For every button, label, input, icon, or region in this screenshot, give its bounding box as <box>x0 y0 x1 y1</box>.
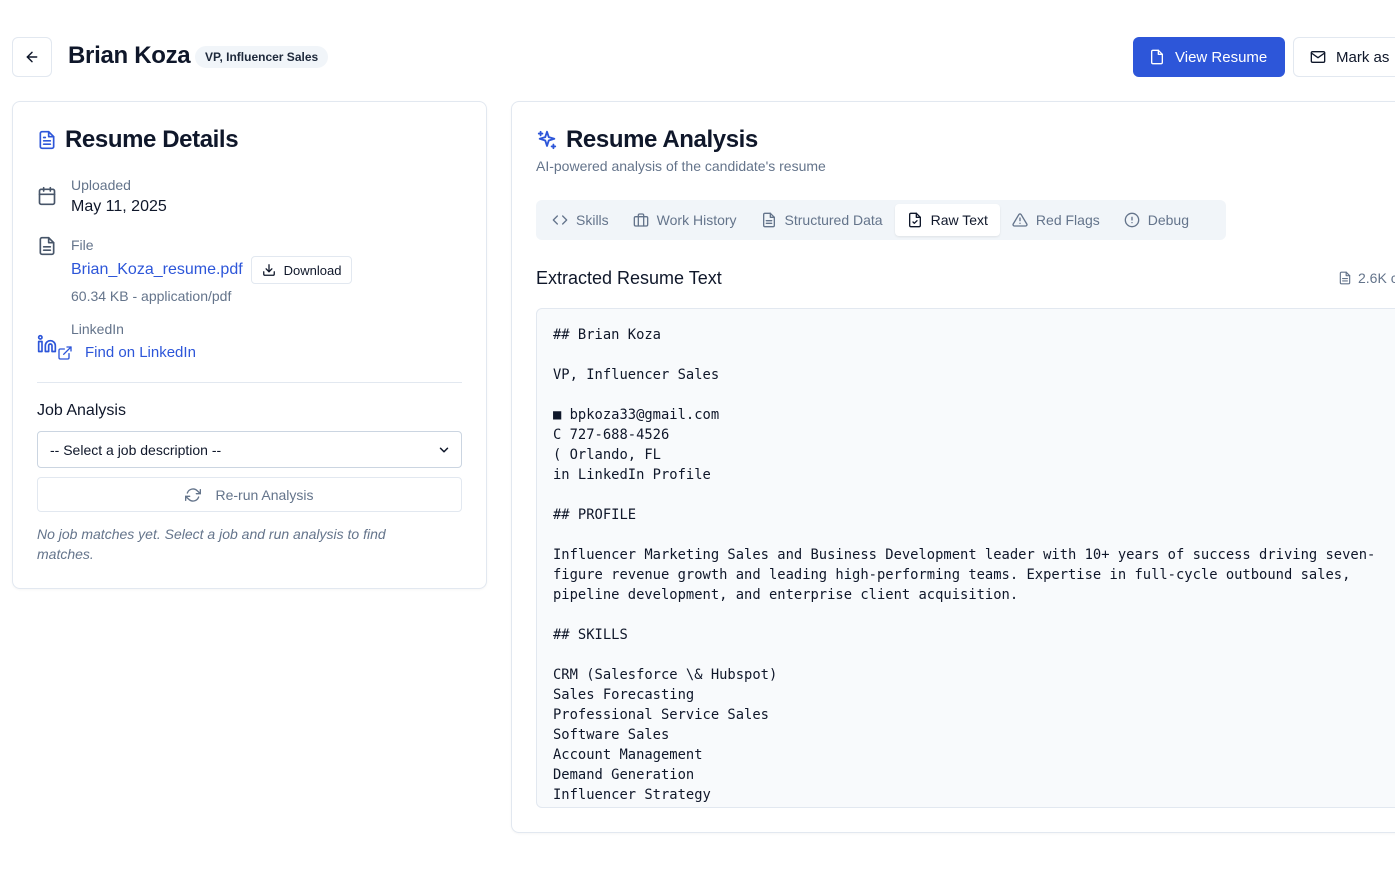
no-matches-text: No job matches yet. Select a job and run… <box>37 526 386 562</box>
raw-text-line: pipeline development, and enterprise cli… <box>553 587 1019 603</box>
raw-text-line: Professional Service Sales <box>553 707 769 723</box>
raw-text-line: Influencer Marketing Sales and Business … <box>553 547 1376 563</box>
char-count: 2.6K c <box>1338 270 1395 286</box>
view-resume-button[interactable]: View Resume <box>1133 37 1285 77</box>
mark-as-button[interactable]: Mark as <box>1293 37 1395 77</box>
resume-details-heading: Resume Details <box>37 126 239 154</box>
tab-debug[interactable]: Debug <box>1112 204 1201 236</box>
arrow-left-icon <box>26 51 38 63</box>
warning-icon <box>1012 213 1028 227</box>
raw-text-line: ■ bpkoza33@gmail.com <box>553 407 720 423</box>
raw-text-line: ( Orlando, FL <box>553 447 661 463</box>
sparkles-icon <box>537 130 557 150</box>
mail-icon <box>1310 51 1326 63</box>
raw-text-box[interactable]: ## Brian Koza VP, Influencer Sales ■ bpk… <box>536 308 1395 808</box>
external-link-icon <box>58 345 72 360</box>
raw-text-line: CRM (Salesforce \& Hubspot) <box>553 667 778 683</box>
divider <box>37 382 462 383</box>
uploaded-value: May 11, 2025 <box>71 198 167 215</box>
raw-text-line: Account Management <box>553 747 703 763</box>
raw-text-line <box>553 485 1395 505</box>
analysis-tabs: Skills Work History Structured Data Raw … <box>536 200 1226 240</box>
file-icon <box>1151 49 1163 65</box>
raw-text-line: Sales Forecasting <box>553 687 695 703</box>
raw-text-line <box>553 525 1395 545</box>
tab-work-history[interactable]: Work History <box>621 204 749 236</box>
refresh-icon <box>185 487 202 502</box>
chevron-down-icon <box>439 446 449 453</box>
document-icon <box>39 130 55 150</box>
uploaded-row: Uploaded May 11, 2025 <box>37 176 167 216</box>
linkedin-icon <box>37 334 57 353</box>
back-button[interactable] <box>12 37 52 77</box>
tab-raw-text[interactable]: Raw Text <box>894 204 1000 236</box>
candidate-name: Brian Koza <box>68 42 191 69</box>
file-meta: 60.34 KB - application/pdf <box>71 288 232 304</box>
resume-analysis-card: Resume Analysis AI-powered analysis of t… <box>511 101 1395 833</box>
raw-text-line <box>553 385 1395 405</box>
extracted-text-title: Extracted Resume Text <box>536 268 722 288</box>
download-button[interactable]: Download <box>250 256 353 284</box>
file-text-icon <box>908 212 921 228</box>
find-on-linkedin-link[interactable]: Find on LinkedIn <box>57 344 196 361</box>
linkedin-label: LinkedIn <box>71 321 124 337</box>
tab-red-flags[interactable]: Red Flags <box>1000 204 1112 236</box>
raw-text-line: Influencer Strategy <box>553 787 711 803</box>
uploaded-label: Uploaded <box>71 177 131 193</box>
raw-text-line <box>553 345 1395 365</box>
document-icon <box>762 212 775 228</box>
raw-text-line <box>553 605 1395 625</box>
file-row: File Brian_Koza_resume.pdf Download 60.3… <box>37 236 353 304</box>
job-select-value: -- Select a job description -- <box>50 441 222 458</box>
view-resume-label: View Resume <box>1175 48 1268 66</box>
raw-text-line: C 727-688-4526 <box>553 427 670 443</box>
download-icon <box>262 264 275 276</box>
info-circle-icon <box>1124 212 1140 228</box>
file-link[interactable]: Brian_Koza_resume.pdf <box>71 261 243 279</box>
raw-text-line: figure revenue growth and leading high-p… <box>553 567 1351 583</box>
file-text-icon <box>39 236 55 256</box>
download-label: Download <box>283 262 342 278</box>
file-icon <box>1339 271 1351 285</box>
job-analysis-title: Job Analysis <box>37 402 126 419</box>
raw-text-line: Software Sales <box>553 727 670 743</box>
resume-analysis-heading: Resume Analysis <box>536 126 758 154</box>
raw-text-line: VP, Influencer Sales <box>553 367 720 383</box>
tab-skills[interactable]: Skills <box>540 204 621 236</box>
calendar-icon <box>38 186 56 206</box>
raw-text-line: in LinkedIn Profile <box>553 467 711 483</box>
job-description-select[interactable]: -- Select a job description -- <box>37 431 462 468</box>
linkedin-row: LinkedIn Find on LinkedIn <box>37 320 196 361</box>
code-icon <box>552 215 568 225</box>
file-label: File <box>71 237 94 253</box>
resume-details-card: Resume Details Uploaded May 11, 2025 Fil… <box>12 101 487 589</box>
rerun-label: Re-run Analysis <box>215 486 314 503</box>
briefcase-icon <box>633 213 649 227</box>
rerun-analysis-button[interactable]: Re-run Analysis <box>37 477 462 512</box>
raw-text-line: ## SKILLS <box>553 627 628 643</box>
raw-text-line: ## PROFILE <box>553 507 637 523</box>
analysis-subtitle: AI-powered analysis of the candidate's r… <box>536 158 826 174</box>
mark-as-label: Mark as <box>1336 48 1390 66</box>
title-badge: VP, Influencer Sales <box>195 46 329 68</box>
raw-text-line: ## Brian Koza <box>553 327 661 343</box>
raw-text-line <box>553 645 1395 665</box>
raw-text-line: Demand Generation <box>553 767 695 783</box>
tab-structured-data[interactable]: Structured Data <box>749 204 895 236</box>
